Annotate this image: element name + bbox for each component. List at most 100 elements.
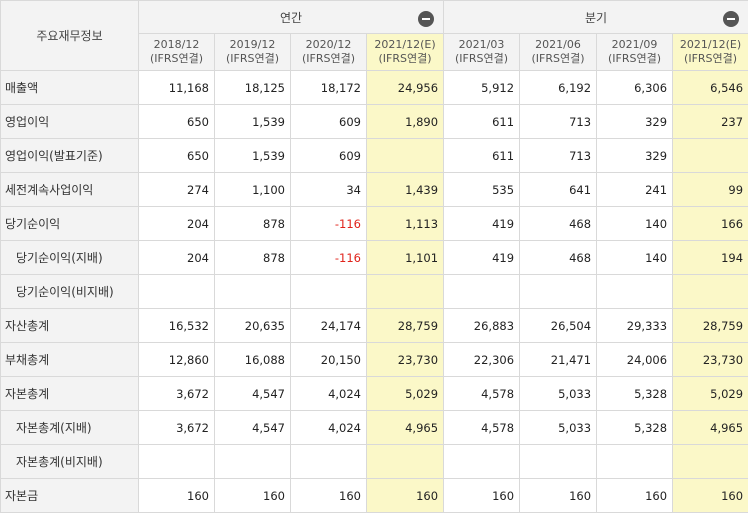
column-basis: (IFRS연결) bbox=[139, 52, 214, 66]
table-cell: 713 bbox=[520, 105, 597, 139]
table-cell bbox=[673, 445, 748, 479]
table-cell bbox=[444, 275, 520, 309]
table-cell: 160 bbox=[673, 479, 748, 513]
table-cell: 1,439 bbox=[367, 173, 444, 207]
row-label: 영업이익(발표기준) bbox=[1, 139, 139, 173]
table-cell: 468 bbox=[520, 241, 597, 275]
column-header: 2021/03(IFRS연결) bbox=[444, 34, 520, 71]
column-period: 2021/12(E) bbox=[367, 38, 443, 52]
table-cell bbox=[215, 275, 291, 309]
table-cell: 160 bbox=[139, 479, 215, 513]
table-cell: 18,125 bbox=[215, 71, 291, 105]
table-cell: 29,333 bbox=[597, 309, 673, 343]
group-header-row: 주요재무정보 연간 분기 bbox=[1, 1, 748, 34]
table-cell: 4,024 bbox=[291, 411, 367, 445]
table-cell: -116 bbox=[291, 207, 367, 241]
table-cell: 419 bbox=[444, 241, 520, 275]
table-cell: 1,100 bbox=[215, 173, 291, 207]
column-header: 2018/12(IFRS연결) bbox=[139, 34, 215, 71]
table-cell: 1,113 bbox=[367, 207, 444, 241]
row-label: 세전계속사업이익 bbox=[1, 173, 139, 207]
column-period: 2021/09 bbox=[597, 38, 672, 52]
table-cell: 641 bbox=[520, 173, 597, 207]
table-cell bbox=[673, 275, 748, 309]
table-cell: 609 bbox=[291, 105, 367, 139]
table-cell: -116 bbox=[291, 241, 367, 275]
table-cell: 5,328 bbox=[597, 411, 673, 445]
table-cell: 329 bbox=[597, 105, 673, 139]
group-label-quarter: 분기 bbox=[585, 9, 607, 26]
column-basis: (IFRS연결) bbox=[673, 52, 748, 66]
table-cell bbox=[444, 445, 520, 479]
table-cell: 611 bbox=[444, 105, 520, 139]
table-row: 자산총계16,53220,63524,17428,75926,88326,504… bbox=[1, 309, 748, 343]
table-cell: 611 bbox=[444, 139, 520, 173]
table-cell bbox=[139, 445, 215, 479]
table-cell: 6,192 bbox=[520, 71, 597, 105]
row-label: 부채총계 bbox=[1, 343, 139, 377]
table-row: 자본총계(지배)3,6724,5474,0244,9654,5785,0335,… bbox=[1, 411, 748, 445]
table-cell: 3,672 bbox=[139, 377, 215, 411]
row-label: 영업이익 bbox=[1, 105, 139, 139]
table-cell bbox=[597, 445, 673, 479]
column-period: 2019/12 bbox=[215, 38, 290, 52]
table-cell: 1,539 bbox=[215, 105, 291, 139]
table-cell: 34 bbox=[291, 173, 367, 207]
table-cell: 878 bbox=[215, 207, 291, 241]
column-basis: (IFRS연결) bbox=[215, 52, 290, 66]
table-cell: 20,635 bbox=[215, 309, 291, 343]
table-cell bbox=[367, 275, 444, 309]
column-period: 2021/03 bbox=[444, 38, 519, 52]
column-period: 2018/12 bbox=[139, 38, 214, 52]
table-cell bbox=[520, 445, 597, 479]
table-cell: 24,006 bbox=[597, 343, 673, 377]
row-label: 자본총계 bbox=[1, 377, 139, 411]
table-cell: 160 bbox=[215, 479, 291, 513]
table-cell: 468 bbox=[520, 207, 597, 241]
table-cell: 4,578 bbox=[444, 377, 520, 411]
minus-circle-icon[interactable] bbox=[723, 11, 739, 27]
table-cell: 140 bbox=[597, 241, 673, 275]
table-row: 자본금160160160160160160160160 bbox=[1, 479, 748, 513]
table-cell: 274 bbox=[139, 173, 215, 207]
table-cell: 16,088 bbox=[215, 343, 291, 377]
table-cell: 24,956 bbox=[367, 71, 444, 105]
table-cell: 21,471 bbox=[520, 343, 597, 377]
table-cell: 5,033 bbox=[520, 377, 597, 411]
table-cell bbox=[291, 445, 367, 479]
table-cell bbox=[367, 445, 444, 479]
table-cell: 140 bbox=[597, 207, 673, 241]
table-row: 영업이익6501,5396091,890611713329237 bbox=[1, 105, 748, 139]
row-label: 자본총계(지배) bbox=[1, 411, 139, 445]
table-cell: 535 bbox=[444, 173, 520, 207]
table-cell: 237 bbox=[673, 105, 748, 139]
column-header: 2021/12(E)(IFRS연결) bbox=[673, 34, 748, 71]
table-cell: 1,101 bbox=[367, 241, 444, 275]
table-cell: 194 bbox=[673, 241, 748, 275]
table-cell: 650 bbox=[139, 105, 215, 139]
group-label-annual: 연간 bbox=[280, 9, 302, 26]
table-cell: 12,860 bbox=[139, 343, 215, 377]
table-cell: 5,029 bbox=[673, 377, 748, 411]
table-cell: 5,328 bbox=[597, 377, 673, 411]
column-period: 2021/06 bbox=[520, 38, 596, 52]
table-cell: 241 bbox=[597, 173, 673, 207]
table-row: 자본총계(비지배) bbox=[1, 445, 748, 479]
row-label: 당기순이익 bbox=[1, 207, 139, 241]
table-cell: 160 bbox=[367, 479, 444, 513]
table-cell: 5,912 bbox=[444, 71, 520, 105]
table-cell: 713 bbox=[520, 139, 597, 173]
table-cell: 650 bbox=[139, 139, 215, 173]
row-label: 매출액 bbox=[1, 71, 139, 105]
table-cell: 5,029 bbox=[367, 377, 444, 411]
row-label: 자본총계(비지배) bbox=[1, 445, 139, 479]
financial-summary-table: 주요재무정보 연간 분기 2018/12(IFRS연결)2019/12(IFRS… bbox=[0, 0, 748, 513]
minus-circle-icon[interactable] bbox=[418, 11, 434, 27]
table-cell: 22,306 bbox=[444, 343, 520, 377]
table-cell: 204 bbox=[139, 241, 215, 275]
table-row: 당기순이익204878-1161,113419468140166 bbox=[1, 207, 748, 241]
table-cell: 419 bbox=[444, 207, 520, 241]
column-basis: (IFRS연결) bbox=[520, 52, 596, 66]
table-cell: 26,883 bbox=[444, 309, 520, 343]
table-cell: 609 bbox=[291, 139, 367, 173]
